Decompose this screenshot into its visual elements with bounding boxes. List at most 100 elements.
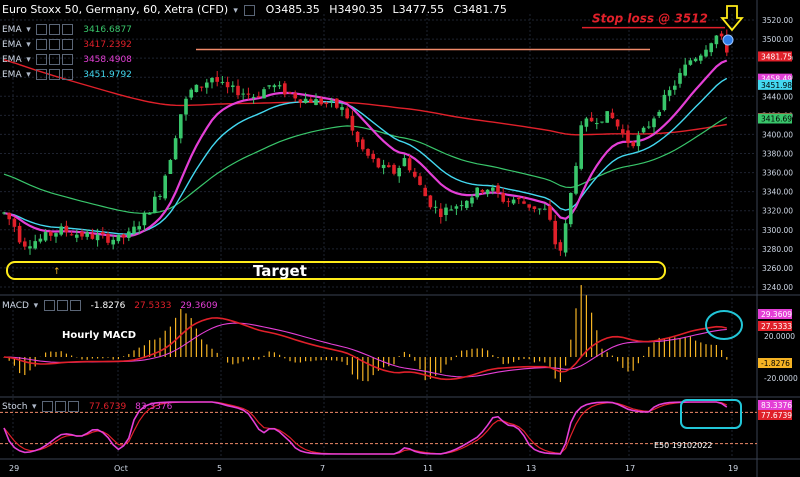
symbol-label[interactable]: Euro Stoxx 50, Germany, 60, Xetra (CFD) xyxy=(2,3,228,16)
ema-name: EMA xyxy=(2,55,22,65)
visibility-icon[interactable] xyxy=(43,300,55,311)
visibility-icon[interactable] xyxy=(36,54,48,65)
candle-body xyxy=(662,94,667,111)
close-icon[interactable] xyxy=(68,401,80,412)
candle-body xyxy=(23,241,27,247)
candle-body xyxy=(75,234,79,238)
ema-name: EMA xyxy=(2,25,22,35)
candle-body xyxy=(7,212,11,220)
candle-body xyxy=(719,33,724,37)
candle-body xyxy=(407,158,412,171)
stoch-k-value: 77.6739 xyxy=(89,402,127,412)
stoch-badge-label: 83.3376 xyxy=(761,401,792,410)
candle-body xyxy=(220,81,225,83)
candle-body xyxy=(54,233,58,237)
candle-body xyxy=(392,164,396,174)
chevron-down-icon[interactable]: ▾ xyxy=(24,70,32,80)
candle-body xyxy=(584,118,589,127)
chevron-down-icon[interactable]: ▾ xyxy=(232,6,240,16)
settings-icon[interactable] xyxy=(56,300,68,311)
candle-body xyxy=(693,58,698,62)
hourly-macd-annotation: Hourly MACD xyxy=(62,330,137,341)
visibility-icon[interactable] xyxy=(36,39,48,50)
candle-body xyxy=(241,93,245,95)
ema-legend-3[interactable]: EMA ▾ 3458.4908 xyxy=(2,54,132,65)
settings-icon[interactable] xyxy=(49,54,61,65)
candle-body xyxy=(387,165,391,168)
close-value: C3481.75 xyxy=(453,3,507,16)
close-icon[interactable] xyxy=(62,24,74,35)
settings-icon[interactable] xyxy=(49,39,61,50)
time-tick-label: 17 xyxy=(625,464,635,473)
ema-legend-1[interactable]: EMA ▾ 3416.6877 xyxy=(2,24,132,35)
candle-body xyxy=(423,187,427,197)
close-icon[interactable] xyxy=(62,39,74,50)
chevron-down-icon[interactable]: ▾ xyxy=(24,25,32,35)
candle-body xyxy=(626,130,630,143)
settings-icon[interactable] xyxy=(49,69,61,80)
ema-name: EMA xyxy=(2,70,22,80)
visibility-icon[interactable] xyxy=(42,401,54,412)
candle-body xyxy=(324,103,329,105)
candle-body xyxy=(496,185,500,193)
macd-line-value: 27.5333 xyxy=(134,301,172,311)
candle-body xyxy=(153,196,157,213)
candle-body xyxy=(163,175,167,199)
ohlc-readout: O3485.35 H3490.35 L3477.55 C3481.75 xyxy=(266,3,507,16)
target-label: Target xyxy=(253,262,307,280)
candle-body xyxy=(511,199,516,204)
chevron-down-icon[interactable]: ▾ xyxy=(24,40,32,50)
macd-badge-label: -1.8276 xyxy=(761,359,790,368)
candle-body xyxy=(33,241,37,249)
visibility-icon[interactable] xyxy=(36,24,48,35)
time-tick-label: Oct xyxy=(114,464,128,473)
chevron-down-icon[interactable]: ▾ xyxy=(32,301,40,311)
candle-body xyxy=(12,218,17,227)
candle-body xyxy=(147,212,152,215)
candle-body xyxy=(173,138,178,160)
candle-body xyxy=(366,148,370,156)
settings-icon[interactable] xyxy=(49,24,61,35)
ema-legend-2[interactable]: EMA ▾ 3417.2392 xyxy=(2,39,132,50)
candle-body xyxy=(303,98,308,104)
candle-body xyxy=(257,96,261,98)
candle-body xyxy=(413,171,417,177)
candle-body xyxy=(28,246,32,249)
chevron-down-icon[interactable]: ▾ xyxy=(30,402,38,412)
close-icon[interactable] xyxy=(62,69,74,80)
ema-value: 3451.9792 xyxy=(83,70,132,80)
stoch-legend[interactable]: Stoch ▾ 77.6739 83.3376 xyxy=(2,401,172,412)
candle-body xyxy=(704,49,708,57)
candle-body xyxy=(2,212,6,214)
candle-body xyxy=(714,35,719,45)
ema-value: 3416.6877 xyxy=(83,25,132,35)
visibility-icon[interactable] xyxy=(36,69,48,80)
settings-square-icon[interactable] xyxy=(244,4,256,16)
candle-body xyxy=(59,226,63,235)
candle-body xyxy=(574,165,578,194)
close-icon[interactable] xyxy=(62,54,74,65)
chart-title[interactable]: Euro Stoxx 50, Germany, 60, Xetra (CFD) … xyxy=(2,3,507,16)
candle-body xyxy=(272,85,277,88)
close-icon[interactable] xyxy=(69,300,81,311)
candle-body xyxy=(683,64,687,76)
price-tick-label: 3500.00 xyxy=(762,35,793,44)
settings-icon[interactable] xyxy=(55,401,67,412)
candle-body xyxy=(527,204,531,208)
watermark-label: E50 19102022 xyxy=(654,441,713,450)
candle-body xyxy=(319,98,323,105)
price-badge-label: 3481.75 xyxy=(761,52,792,61)
candle-body xyxy=(517,197,521,200)
candle-body xyxy=(345,108,349,119)
ema-value: 3458.4908 xyxy=(83,55,132,65)
candle-body xyxy=(433,206,438,208)
chevron-down-icon[interactable]: ▾ xyxy=(24,55,32,65)
price-badge-label: 3416.69 xyxy=(761,115,792,124)
macd-highlight-circle xyxy=(705,310,743,340)
macd-legend[interactable]: MACD ▾ -1.8276 27.5333 29.3609 xyxy=(2,300,218,311)
candle-body xyxy=(376,158,381,168)
candle-body xyxy=(491,187,495,191)
ema-legend-4[interactable]: EMA ▾ 3451.9792 xyxy=(2,69,132,80)
candle-body xyxy=(615,119,620,127)
candle-body xyxy=(709,43,713,53)
